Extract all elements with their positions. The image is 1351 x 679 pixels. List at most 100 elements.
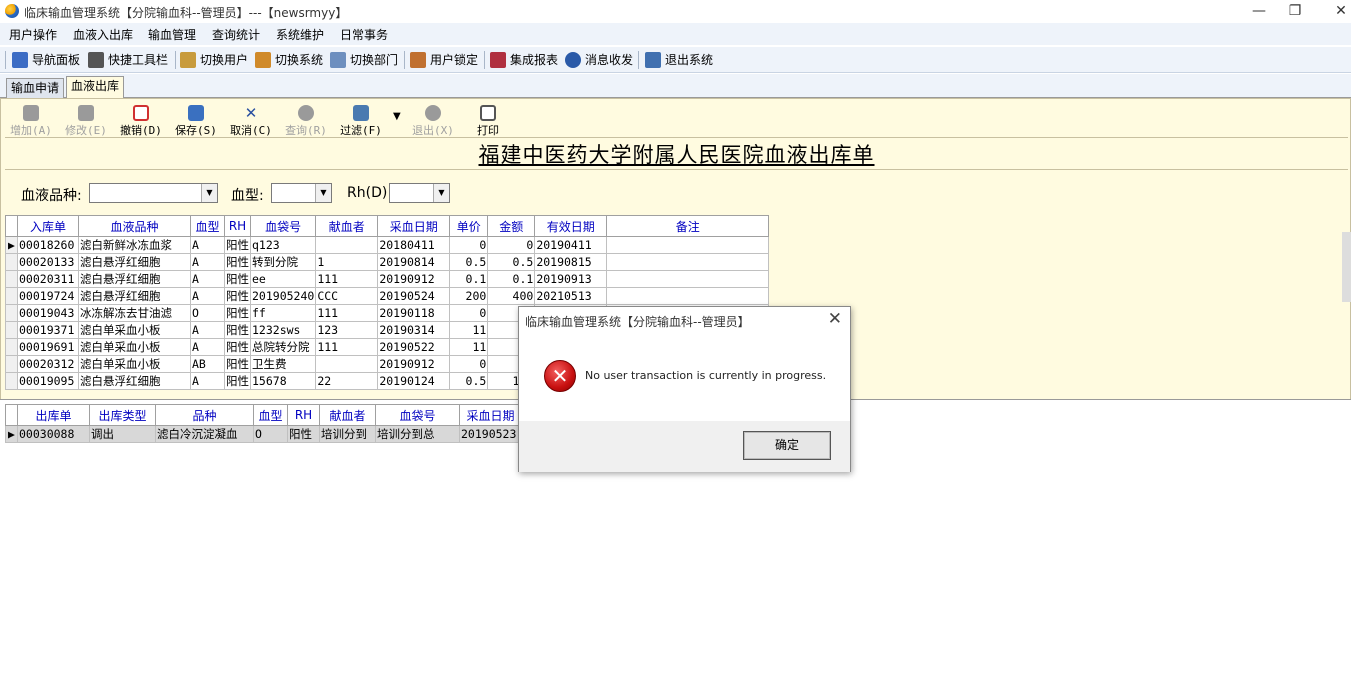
- bloodtype-select[interactable]: ▼: [271, 183, 332, 203]
- user-lock-button[interactable]: 用户锁定: [410, 50, 478, 70]
- table-cell[interactable]: A: [190, 287, 225, 305]
- table-row[interactable]: 00019724 滤白悬浮红细胞 A 阳性 201905240 CCC 20190524 20…: [5, 287, 770, 305]
- exit-system-button[interactable]: 退出系统: [645, 50, 713, 70]
- table-cell[interactable]: 20190124: [377, 372, 451, 390]
- table-row[interactable]: ▶ 00030088 调出 滤白冷沉淀凝血 O 阳性 培训分到 培训分到总 20190523: [5, 425, 522, 443]
- table-cell[interactable]: 0.1: [449, 270, 489, 288]
- table-cell[interactable]: 0: [449, 304, 489, 322]
- table-cell[interactable]: A: [190, 321, 225, 339]
- table-cell[interactable]: 00019371: [17, 321, 79, 339]
- table-cell[interactable]: 00020312: [17, 355, 79, 373]
- table-cell[interactable]: 滤白新鲜冰冻血浆: [78, 236, 191, 254]
- column-header[interactable]: 献血者: [315, 215, 379, 237]
- table-cell[interactable]: 201905240: [249, 287, 317, 305]
- column-header[interactable]: 血袋号: [375, 404, 460, 426]
- table-cell[interactable]: A: [190, 270, 225, 288]
- table-cell[interactable]: 阳性: [224, 321, 251, 339]
- table-cell[interactable]: 20190411: [534, 236, 608, 254]
- table-cell[interactable]: 滤白冷沉淀凝血: [155, 425, 254, 443]
- table-cell[interactable]: 0.5: [449, 372, 489, 390]
- ok-button[interactable]: 确定: [743, 431, 831, 460]
- menu-blood-inout[interactable]: 血液入出库: [73, 26, 133, 43]
- table-cell[interactable]: 阳性: [224, 338, 251, 356]
- table-cell[interactable]: 0: [487, 236, 536, 254]
- table-cell[interactable]: 00019043: [17, 304, 79, 322]
- table-cell[interactable]: 总院转分院: [249, 338, 317, 356]
- table-cell[interactable]: A: [190, 338, 225, 356]
- table-cell[interactable]: ff: [249, 304, 317, 322]
- save-button[interactable]: 保存(S): [171, 105, 221, 139]
- table-cell[interactable]: 111: [315, 270, 379, 288]
- table-cell[interactable]: O: [253, 425, 288, 443]
- table-cell[interactable]: O: [190, 304, 225, 322]
- switch-user-button[interactable]: 切换用户: [180, 50, 248, 70]
- table-cell[interactable]: 00019691: [17, 338, 79, 356]
- chevron-down-icon[interactable]: ▼: [315, 184, 331, 202]
- table-cell[interactable]: 滤白悬浮红细胞: [78, 372, 191, 390]
- table-cell[interactable]: 0.5: [487, 253, 536, 271]
- edit-button[interactable]: 修改(E): [61, 105, 111, 139]
- table-cell[interactable]: 0: [449, 355, 489, 373]
- table-cell[interactable]: 11: [449, 321, 489, 339]
- table-cell[interactable]: 阳性: [224, 355, 251, 373]
- chevron-down-icon[interactable]: ▼: [433, 184, 449, 202]
- table-cell[interactable]: AB: [190, 355, 225, 373]
- print-button[interactable]: 打印: [463, 105, 513, 139]
- table-cell[interactable]: 20210513: [534, 287, 608, 305]
- column-header[interactable]: 血液品种: [78, 215, 191, 237]
- table-cell[interactable]: 00019095: [17, 372, 79, 390]
- table-cell[interactable]: A: [190, 253, 225, 271]
- close-window-button[interactable]: ✕: [1318, 0, 1351, 23]
- navigation-panel-button[interactable]: 导航面板: [12, 50, 80, 70]
- table-cell[interactable]: 20180411: [377, 236, 451, 254]
- table-cell[interactable]: 20190523: [459, 425, 522, 443]
- dialog-close-button[interactable]: ✕: [828, 309, 842, 329]
- report-button[interactable]: 集成报表: [490, 50, 558, 70]
- switch-system-button[interactable]: 切换系统: [255, 50, 323, 70]
- table-cell[interactable]: 111: [315, 338, 379, 356]
- table-cell[interactable]: 20190118: [377, 304, 451, 322]
- column-header[interactable]: 有效日期: [534, 215, 608, 237]
- table-cell[interactable]: 培训分到: [319, 425, 376, 443]
- table-cell[interactable]: 阳性: [224, 287, 251, 305]
- column-header[interactable]: 单价: [449, 215, 489, 237]
- table-cell[interactable]: q123: [249, 236, 317, 254]
- switch-dept-button[interactable]: 切换部门: [330, 50, 398, 70]
- table-cell[interactable]: 20190524: [377, 287, 451, 305]
- table-cell[interactable]: [315, 236, 379, 254]
- table-cell[interactable]: 调出: [89, 425, 156, 443]
- vertical-scrollbar[interactable]: [1342, 232, 1351, 302]
- rh-select[interactable]: ▼: [389, 183, 450, 203]
- quick-toolbar-button[interactable]: 快捷工具栏: [88, 50, 168, 70]
- table-cell[interactable]: 滤白单采血小板: [78, 355, 191, 373]
- table-cell[interactable]: [606, 253, 770, 271]
- table-cell[interactable]: 1: [315, 253, 379, 271]
- table-cell[interactable]: [606, 236, 770, 254]
- table-cell[interactable]: 滤白悬浮红细胞: [78, 270, 191, 288]
- message-button[interactable]: 消息收发: [565, 50, 633, 70]
- table-cell[interactable]: 00019724: [17, 287, 79, 305]
- table-cell[interactable]: 400: [487, 287, 536, 305]
- table-cell[interactable]: 00020133: [17, 253, 79, 271]
- table-cell[interactable]: 20190912: [377, 355, 451, 373]
- table-cell[interactable]: 11: [449, 338, 489, 356]
- column-header[interactable]: 入库单: [17, 215, 79, 237]
- table-cell[interactable]: [606, 270, 770, 288]
- column-header[interactable]: 血袋号: [249, 215, 317, 237]
- exit-button[interactable]: 退出(X): [408, 105, 458, 139]
- table-cell[interactable]: A: [190, 372, 225, 390]
- table-cell[interactable]: ee: [249, 270, 317, 288]
- table-cell[interactable]: 卫生费: [249, 355, 317, 373]
- table-cell[interactable]: 滤白悬浮红细胞: [78, 287, 191, 305]
- tab-transfusion-request[interactable]: 输血申请: [6, 78, 64, 98]
- table-cell[interactable]: 1232sws: [249, 321, 317, 339]
- table-cell[interactable]: 20190913: [534, 270, 608, 288]
- table-cell[interactable]: 阳性: [224, 304, 251, 322]
- table-cell[interactable]: 200: [449, 287, 489, 305]
- table-cell[interactable]: 111: [315, 304, 379, 322]
- table-cell[interactable]: 0: [449, 236, 489, 254]
- add-button[interactable]: 增加(A): [6, 105, 56, 139]
- filter-button[interactable]: 过滤(F): [336, 105, 386, 139]
- undo-delete-button[interactable]: 撤销(D): [116, 105, 166, 139]
- table-cell[interactable]: 0.1: [487, 270, 536, 288]
